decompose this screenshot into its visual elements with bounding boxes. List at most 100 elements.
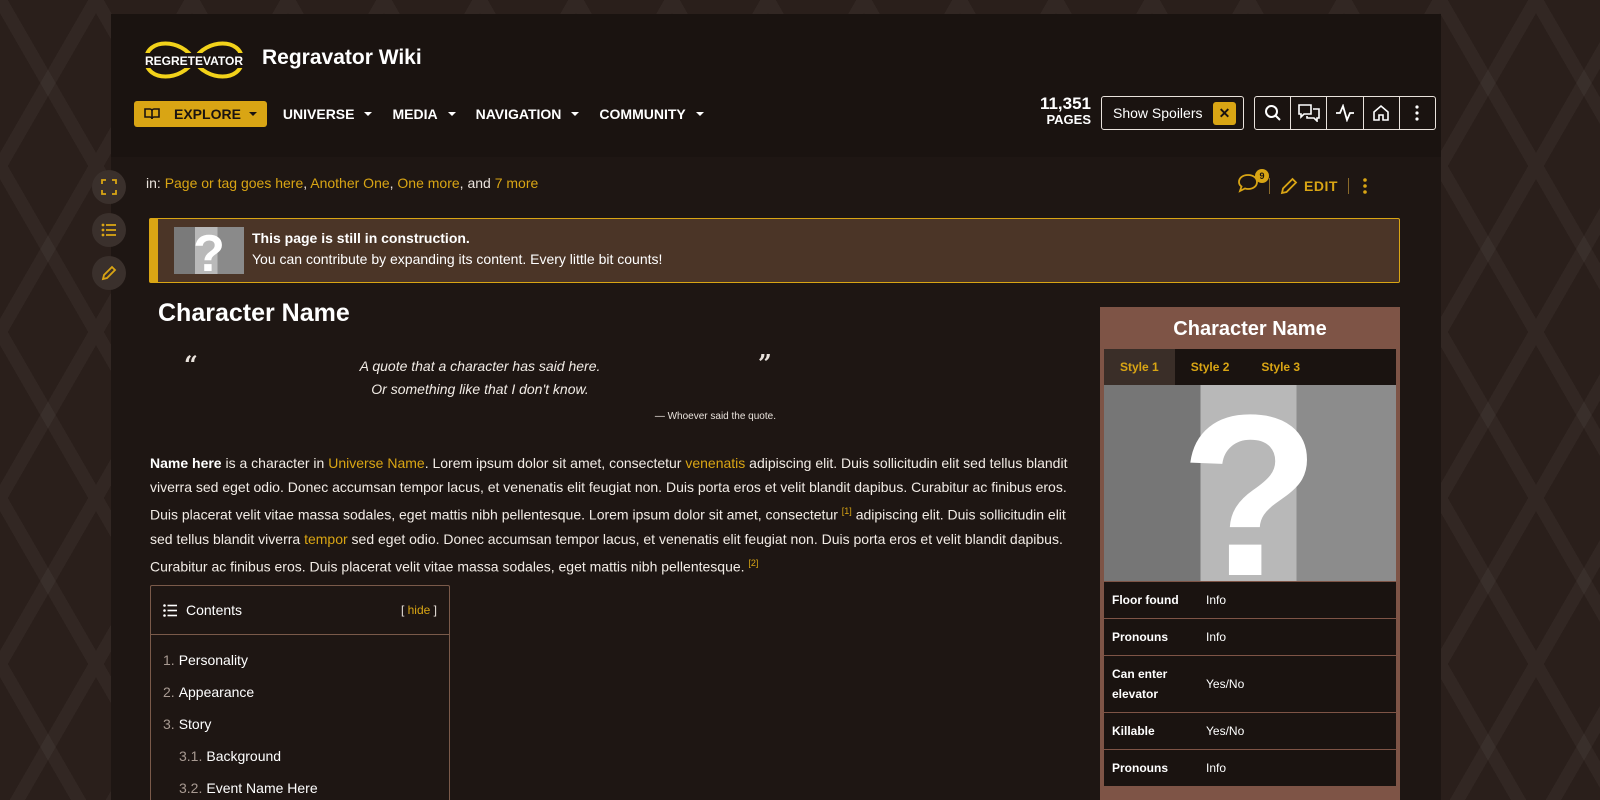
reference-link[interactable]: [2] <box>748 558 758 568</box>
category-breadcrumb: in: Page or tag goes here, Another One, … <box>146 175 538 191</box>
tab-style-2[interactable]: Style 2 <box>1175 349 1246 385</box>
toc-number: 2. <box>163 684 175 700</box>
quote-line: A quote that a character has said here. <box>359 358 601 374</box>
discussions-button[interactable] <box>1291 97 1328 129</box>
intro-paragraph: Name here is a character in Universe Nam… <box>150 451 1085 578</box>
tab-style-3[interactable]: Style 3 <box>1245 349 1316 385</box>
breadcrumb-link[interactable]: Page or tag goes here <box>165 175 304 191</box>
toc-item[interactable]: 2. Appearance <box>151 676 449 708</box>
list-icon <box>163 603 177 617</box>
infobox-data: Floor found Info Pronouns Info Can enter e… <box>1104 582 1396 787</box>
site-logo[interactable]: REGRETEVATOR <box>138 34 250 86</box>
toc-hide-toggle[interactable]: [ hide ] <box>401 603 437 617</box>
infobox-row: Pronouns Info <box>1104 750 1396 787</box>
notice-text: You can contribute by expanding its cont… <box>252 251 663 267</box>
toc-list: 1. Personality 2. Appearance 3. Story 3.1. B… <box>151 635 449 800</box>
infobox-value: Info <box>1206 593 1227 607</box>
infobox-tabs: Style 1 Style 2 Style 3 <box>1104 349 1396 385</box>
nav-community[interactable]: COMMUNITY <box>599 106 704 122</box>
inline-link[interactable]: tempor <box>304 531 348 547</box>
bracket: [ <box>400 603 405 617</box>
tab-style-1[interactable]: Style 1 <box>1104 349 1175 385</box>
toc-number: 3. <box>163 716 175 732</box>
infobox-value: Info <box>1206 761 1227 775</box>
activity-button[interactable] <box>1327 97 1364 129</box>
inline-link[interactable]: venenatis <box>685 455 745 471</box>
divider <box>1347 177 1349 194</box>
chevron-down-icon <box>447 112 456 116</box>
toc-item[interactable]: 3. Story <box>151 708 449 740</box>
notice-placeholder-image: ? <box>174 225 244 283</box>
toc-label: Story <box>178 716 212 732</box>
breadcrumb-prefix: in: <box>146 175 161 191</box>
pages-count: 11,351 <box>1039 94 1091 113</box>
toc-title: Contents <box>186 602 243 618</box>
toc-toggle-button[interactable] <box>92 213 126 247</box>
home-icon <box>1373 104 1390 121</box>
comments-button[interactable]: 9 <box>1237 169 1269 198</box>
breadcrumb-link[interactable]: Another One <box>310 175 389 191</box>
home-button[interactable] <box>1364 97 1400 129</box>
question-mark-icon: ? <box>1180 385 1321 581</box>
chevron-down-icon <box>695 112 704 116</box>
quote-open-mark: “ <box>184 350 198 379</box>
wiki-name[interactable]: Regravator Wiki <box>262 46 422 70</box>
toc-label: Appearance <box>178 684 255 700</box>
quote-source: — Whoever said the quote. <box>654 411 776 422</box>
toc-item[interactable]: 3.1. Background <box>151 740 449 772</box>
header-toolbox <box>1254 96 1436 130</box>
activity-pulse-icon <box>1336 104 1354 122</box>
breadcrumb-and: , and <box>459 175 491 191</box>
search-button[interactable] <box>1255 97 1292 129</box>
toc-hide-link[interactable]: hide <box>408 603 431 617</box>
book-icon <box>144 108 160 120</box>
toc-label: Event Name Here <box>206 780 318 796</box>
universe-link[interactable]: Universe Name <box>328 455 424 471</box>
nav-navigation[interactable]: NAVIGATION <box>476 106 580 122</box>
close-icon[interactable]: ✕ <box>1213 101 1236 125</box>
svg-text:?: ? <box>193 227 225 274</box>
expand-icon <box>101 179 117 195</box>
chevron-down-icon <box>248 112 257 116</box>
toc-number: 1. <box>163 652 175 668</box>
nav-community-label: COMMUNITY <box>599 106 686 122</box>
reference-link[interactable]: [1] <box>842 506 852 516</box>
breadcrumb-link[interactable]: One more <box>397 175 459 191</box>
quote-line: Or something like that I don't know. <box>371 381 589 397</box>
infobox-title: Character Name <box>1173 318 1327 340</box>
chevron-down-icon <box>364 112 373 116</box>
intro-text: is a character in <box>221 455 329 471</box>
more-options-button[interactable] <box>1400 97 1435 129</box>
breadcrumb-more-link[interactable]: 7 more <box>495 175 539 191</box>
edit-button[interactable]: EDIT <box>1280 177 1338 195</box>
toc-item[interactable]: 1. Personality <box>151 644 449 676</box>
nav-media[interactable]: MEDIA <box>392 106 456 122</box>
show-spoilers-label: Show Spoilers <box>1113 105 1203 121</box>
nav-navigation-label: NAVIGATION <box>475 106 562 122</box>
site-header <box>111 14 1441 157</box>
pencil-icon <box>101 265 117 281</box>
nav-universe[interactable]: UNIVERSE <box>283 106 373 122</box>
toc-number: 3.2. <box>179 780 203 796</box>
infobox-key: Can enter elevator <box>1112 667 1168 701</box>
toc-title-wrap: Contents <box>163 602 242 618</box>
show-spoilers-toggle[interactable]: Show Spoilers ✕ <box>1101 96 1244 130</box>
fullscreen-button[interactable] <box>92 170 126 204</box>
nav-explore[interactable]: EXPLORE <box>134 101 267 127</box>
edit-label: EDIT <box>1304 177 1338 194</box>
logo-text: REGRETEVATOR <box>145 54 243 68</box>
toc-number: 3.1. <box>179 748 203 764</box>
nav-explore-label: EXPLORE <box>174 106 241 122</box>
notice-title: This page is still in construction. <box>252 230 470 246</box>
character-quote: A quote that a character has said here. … <box>330 355 630 401</box>
toc-item[interactable]: 3.2. Event Name Here <box>151 772 449 800</box>
question-mark-icon: ? <box>193 225 225 283</box>
infobox-image[interactable]: ? <box>1104 385 1396 581</box>
infobox-key: Floor found <box>1112 593 1179 607</box>
infobox-key: Pronouns <box>1112 761 1168 775</box>
side-edit-button[interactable] <box>92 256 126 290</box>
divider <box>1269 177 1270 194</box>
intro-text: . Lorem ipsum dolor sit amet, consectetu… <box>424 455 686 471</box>
kebab-menu-icon[interactable] <box>1359 177 1371 195</box>
infobox-row: Pronouns Info <box>1104 619 1396 656</box>
